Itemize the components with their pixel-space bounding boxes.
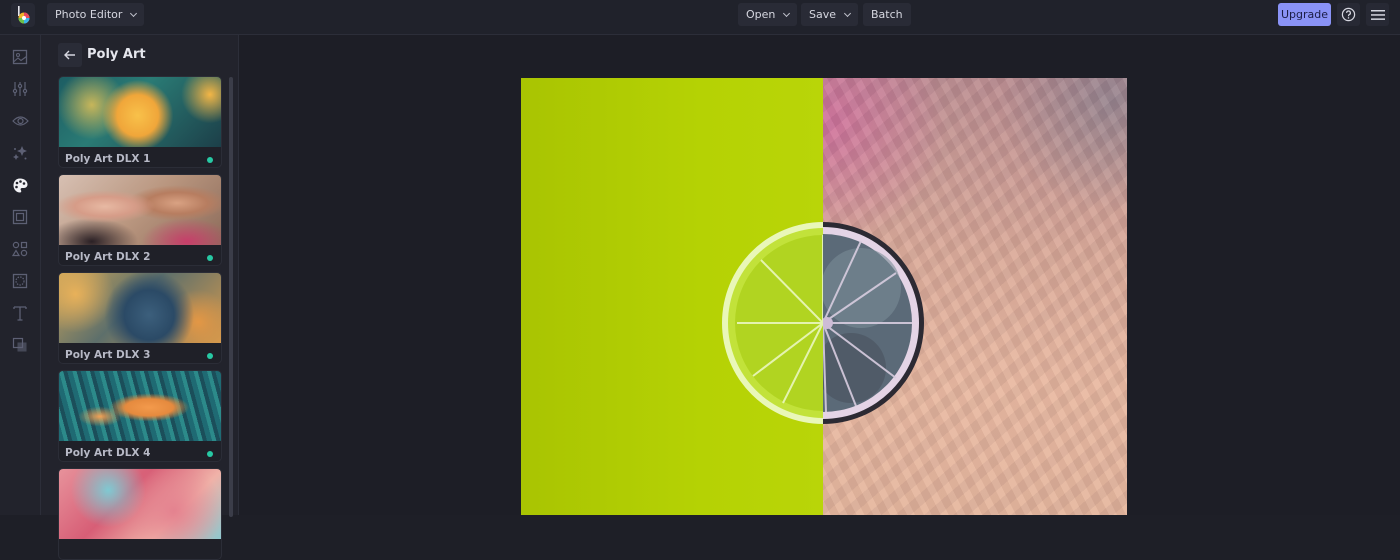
lime-slice <box>722 222 924 424</box>
rail-item-overlays[interactable] <box>11 336 29 354</box>
save-label: Save <box>809 8 837 21</box>
photo-preview[interactable] <box>521 78 1127 515</box>
rail-item-effects[interactable] <box>11 112 29 130</box>
open-button[interactable]: Open <box>738 3 798 26</box>
palette-icon <box>13 178 27 192</box>
effect-thumbnail-couple <box>59 175 221 245</box>
tool-rail <box>0 35 41 515</box>
effect-label: Poly Art DLX 3 <box>65 349 151 361</box>
premium-dot-icon <box>207 353 213 359</box>
texture-icon <box>12 273 28 289</box>
premium-dot-icon <box>207 157 213 163</box>
rail-item-enhance[interactable] <box>11 144 29 162</box>
chevron-down-icon <box>130 9 138 17</box>
rail-item-artsy[interactable] <box>11 176 29 194</box>
effect-thumbnail-grapes <box>59 273 221 343</box>
sliders-icon <box>12 82 28 96</box>
text-icon <box>13 306 27 321</box>
eye-icon <box>11 116 29 126</box>
befunky-logo-icon <box>18 6 30 24</box>
main-menu-button[interactable] <box>1366 3 1389 26</box>
rail-item-edit[interactable] <box>11 48 29 66</box>
overlay-icon <box>12 337 27 352</box>
app-menu-dropdown[interactable]: Photo Editor <box>47 3 145 26</box>
arrow-left-icon <box>64 50 75 60</box>
shapes-icon <box>12 241 28 257</box>
effect-label: Poly Art DLX 1 <box>65 153 151 165</box>
effect-label: Poly Art DLX 2 <box>65 251 151 263</box>
effect-card[interactable]: Poly Art DLX 4 <box>58 370 222 462</box>
app-logo[interactable] <box>11 3 35 27</box>
upgrade-label: Upgrade <box>1280 8 1329 21</box>
image-icon <box>12 49 28 65</box>
app-menu-label: Photo Editor <box>55 8 123 21</box>
back-button[interactable] <box>58 43 82 67</box>
premium-dot-icon <box>207 451 213 457</box>
batch-button[interactable]: Batch <box>863 3 911 26</box>
frame-icon <box>12 209 28 225</box>
effect-card[interactable]: Poly Art DLX 2 <box>58 174 222 266</box>
rail-item-text[interactable] <box>11 304 29 322</box>
top-bar: Photo Editor Open Save Batch Upgrade <box>0 0 1400 35</box>
effect-card[interactable] <box>58 468 222 560</box>
rail-item-frames[interactable] <box>11 208 29 226</box>
rail-item-adjust[interactable] <box>11 80 29 98</box>
save-button[interactable]: Save <box>801 3 859 26</box>
premium-dot-icon <box>207 255 213 261</box>
panel-title: Poly Art <box>87 47 146 62</box>
batch-label: Batch <box>871 8 903 21</box>
chevron-down-icon <box>843 9 852 17</box>
sparkles-icon <box>13 146 27 160</box>
effect-card[interactable]: Poly Art DLX 1 <box>58 76 222 168</box>
effect-label: Poly Art DLX 4 <box>65 447 151 459</box>
effect-thumbnail-watermelon <box>59 469 221 539</box>
rail-item-graphics[interactable] <box>11 240 29 258</box>
rail-item-textures[interactable] <box>11 272 29 290</box>
upgrade-button[interactable]: Upgrade <box>1278 3 1331 26</box>
effect-thumbnail-flower <box>59 77 221 147</box>
chevron-down-icon <box>783 9 791 17</box>
help-circle-icon <box>1341 7 1356 22</box>
canvas-area <box>239 35 1400 515</box>
effect-thumbnail-clownfish <box>59 371 221 441</box>
effect-card[interactable]: Poly Art DLX 3 <box>58 272 222 364</box>
effects-panel: Poly Art Poly Art DLX 1 Poly Art DLX 2 P… <box>41 35 239 560</box>
help-button[interactable] <box>1337 3 1360 26</box>
open-label: Open <box>746 8 776 21</box>
hamburger-menu-icon <box>1370 9 1385 20</box>
panel-scrollbar[interactable] <box>229 77 233 517</box>
